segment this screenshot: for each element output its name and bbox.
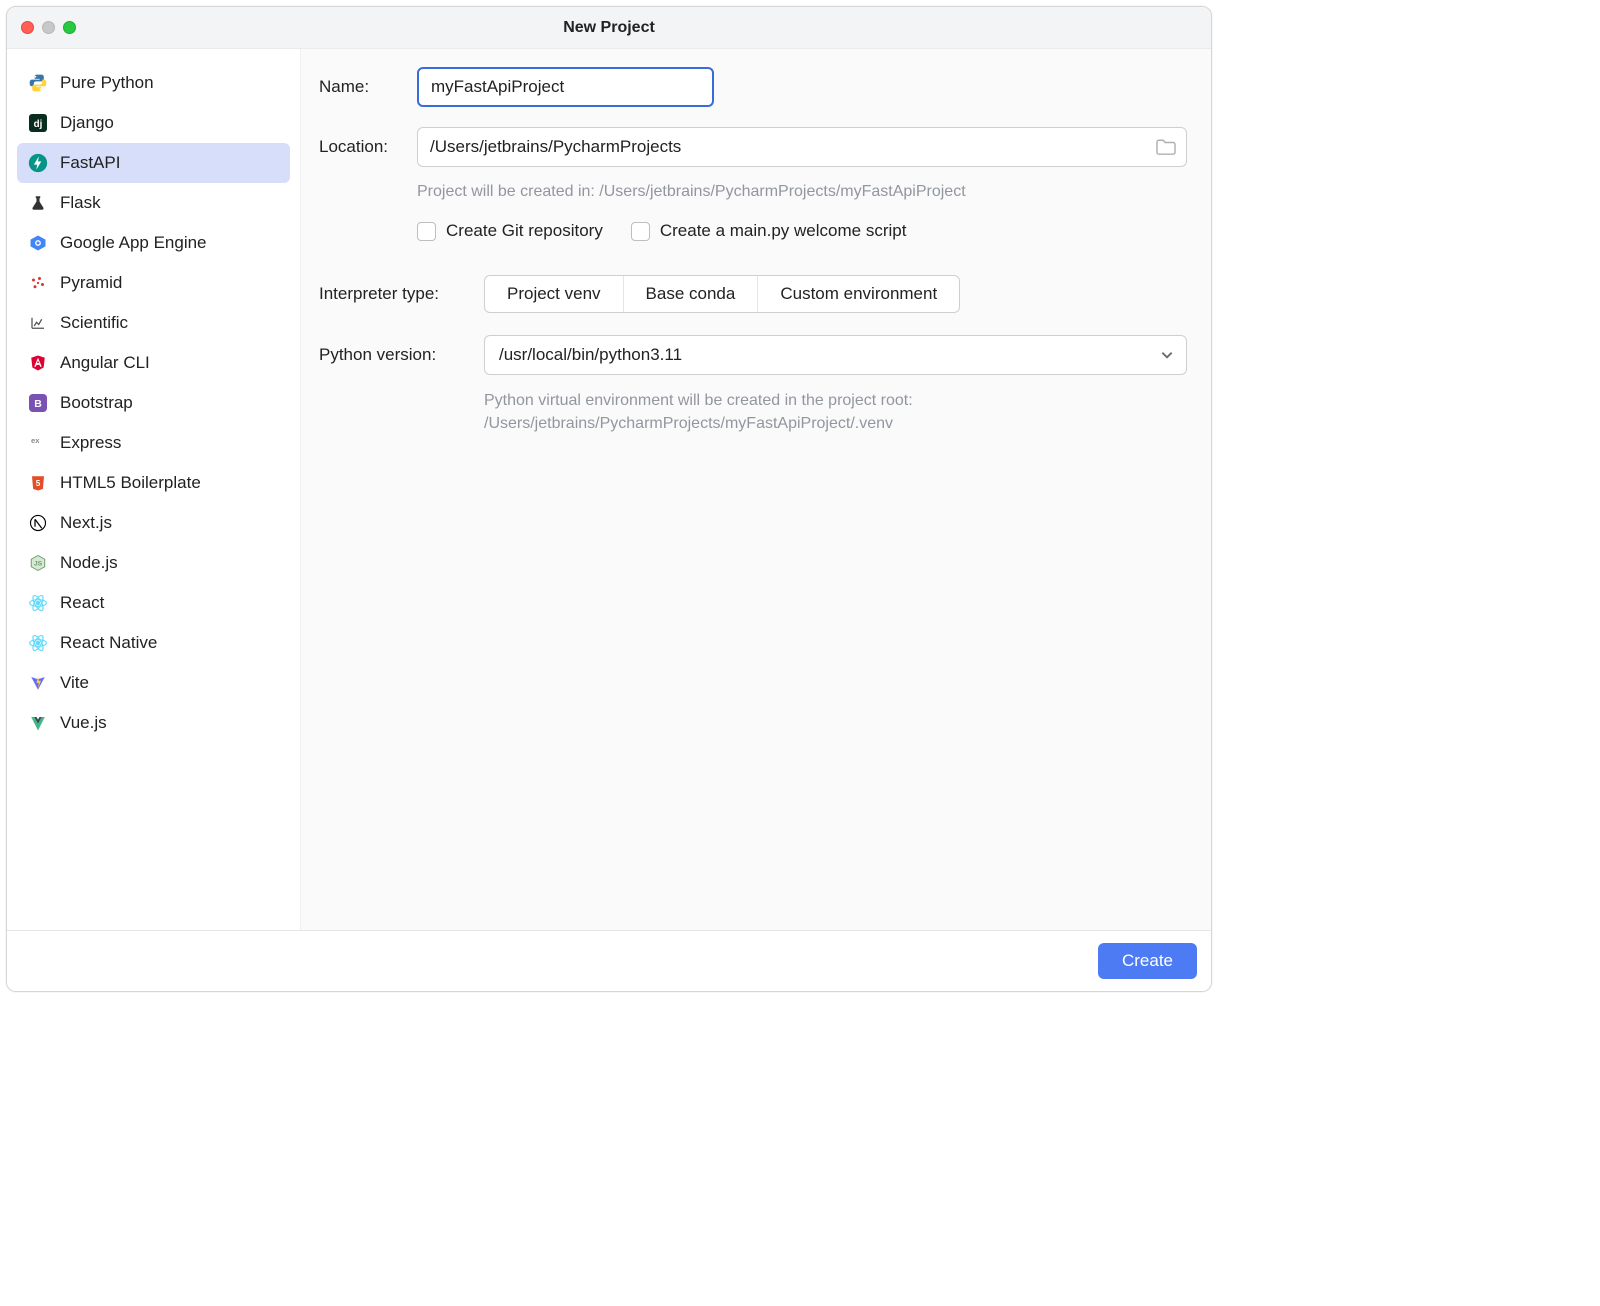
sidebar-item-scientific[interactable]: Scientific	[17, 303, 290, 343]
sidebar-item-angular-cli[interactable]: Angular CLI	[17, 343, 290, 383]
scientific-icon	[27, 312, 49, 334]
express-icon: ex	[27, 432, 49, 454]
sidebar-item-vuejs[interactable]: Vue.js	[17, 703, 290, 743]
name-label: Name:	[319, 77, 417, 97]
create-git-label: Create Git repository	[446, 221, 603, 241]
sidebar-item-fastapi[interactable]: FastAPI	[17, 143, 290, 183]
bootstrap-icon: B	[27, 392, 49, 414]
sidebar-item-label: Angular CLI	[60, 353, 150, 373]
nodejs-icon: JS	[27, 552, 49, 574]
sidebar-item-label: Vue.js	[60, 713, 107, 733]
sidebar-item-label: Google App Engine	[60, 233, 207, 253]
pure-python-icon	[27, 72, 49, 94]
sidebar-item-html5-boilerplate[interactable]: 5 HTML5 Boilerplate	[17, 463, 290, 503]
sidebar-item-vite[interactable]: Vite	[17, 663, 290, 703]
vuejs-icon	[27, 712, 49, 734]
fastapi-icon	[27, 152, 49, 174]
sidebar-item-bootstrap[interactable]: B Bootstrap	[17, 383, 290, 423]
create-main-label: Create a main.py welcome script	[660, 221, 907, 241]
google-app-engine-icon	[27, 232, 49, 254]
sidebar-item-label: Next.js	[60, 513, 112, 533]
react-icon	[27, 592, 49, 614]
sidebar-item-flask[interactable]: Flask	[17, 183, 290, 223]
create-git-checkbox[interactable]: Create Git repository	[417, 221, 603, 241]
create-main-checkbox[interactable]: Create a main.py welcome script	[631, 221, 907, 241]
nextjs-icon	[27, 512, 49, 534]
project-type-sidebar: Pure Python dj Django FastAPI Flask Google Ap…	[7, 49, 300, 930]
sidebar-item-label: Django	[60, 113, 114, 133]
sidebar-item-label: Flask	[60, 193, 101, 213]
sidebar-item-label: React Native	[60, 633, 157, 653]
svg-text:JS: JS	[34, 561, 43, 568]
angular-cli-icon	[27, 352, 49, 374]
creation-path-hint: Project will be created in: /Users/jetbr…	[417, 183, 1187, 201]
python-version-select[interactable]: /usr/local/bin/python3.11	[484, 335, 1187, 375]
sidebar-item-label: HTML5 Boilerplate	[60, 473, 201, 493]
interpreter-type-segmented: Project venvBase condaCustom environment	[484, 275, 960, 313]
sidebar-item-label: Vite	[60, 673, 89, 693]
sidebar-item-label: Node.js	[60, 553, 118, 573]
chevron-down-icon	[1160, 348, 1174, 362]
sidebar-item-label: Scientific	[60, 313, 128, 333]
project-settings-panel: Name: Location: Project will be created …	[300, 49, 1211, 930]
new-project-window: New Project Pure Python dj Django FastAPI Fl…	[6, 6, 1212, 992]
location-label: Location:	[319, 137, 417, 157]
sidebar-item-pyramid[interactable]: Pyramid	[17, 263, 290, 303]
sidebar-item-react[interactable]: React	[17, 583, 290, 623]
titlebar: New Project	[7, 7, 1211, 49]
interpreter-type-label: Interpreter type:	[319, 284, 484, 304]
sidebar-item-react-native[interactable]: React Native	[17, 623, 290, 663]
sidebar-item-label: Express	[60, 433, 121, 453]
sidebar-item-nodejs[interactable]: JS Node.js	[17, 543, 290, 583]
checkbox-icon	[631, 222, 650, 241]
interpreter-option-project-venv[interactable]: Project venv	[485, 276, 623, 312]
sidebar-item-label: Pyramid	[60, 273, 122, 293]
checkbox-icon	[417, 222, 436, 241]
sidebar-item-express[interactable]: ex Express	[17, 423, 290, 463]
sidebar-item-django[interactable]: dj Django	[17, 103, 290, 143]
sidebar-item-label: Pure Python	[60, 73, 154, 93]
sidebar-item-label: Bootstrap	[60, 393, 133, 413]
html5-boilerplate-icon: 5	[27, 472, 49, 494]
svg-text:B: B	[34, 398, 42, 410]
sidebar-item-label: React	[60, 593, 104, 613]
interpreter-option-base-conda[interactable]: Base conda	[623, 276, 758, 312]
react-native-icon	[27, 632, 49, 654]
sidebar-item-label: FastAPI	[60, 153, 120, 173]
sidebar-item-google-app-engine[interactable]: Google App Engine	[17, 223, 290, 263]
venv-hint: Python virtual environment will be creat…	[484, 389, 1187, 435]
django-icon: dj	[27, 112, 49, 134]
flask-icon	[27, 192, 49, 214]
svg-text:5: 5	[36, 479, 41, 488]
dialog-footer: Create	[7, 930, 1211, 991]
window-title: New Project	[7, 19, 1211, 37]
svg-text:dj: dj	[34, 119, 43, 130]
python-version-value: /usr/local/bin/python3.11	[499, 345, 682, 365]
sidebar-item-nextjs[interactable]: Next.js	[17, 503, 290, 543]
sidebar-item-pure-python[interactable]: Pure Python	[17, 63, 290, 103]
project-name-input[interactable]	[417, 67, 714, 107]
create-button[interactable]: Create	[1098, 943, 1197, 979]
browse-folder-icon[interactable]	[1155, 138, 1177, 156]
python-version-label: Python version:	[319, 345, 484, 365]
interpreter-option-custom-environment[interactable]: Custom environment	[757, 276, 959, 312]
pyramid-icon	[27, 272, 49, 294]
vite-icon	[27, 672, 49, 694]
svg-text:ex: ex	[31, 436, 40, 445]
project-location-input[interactable]	[417, 127, 1187, 167]
